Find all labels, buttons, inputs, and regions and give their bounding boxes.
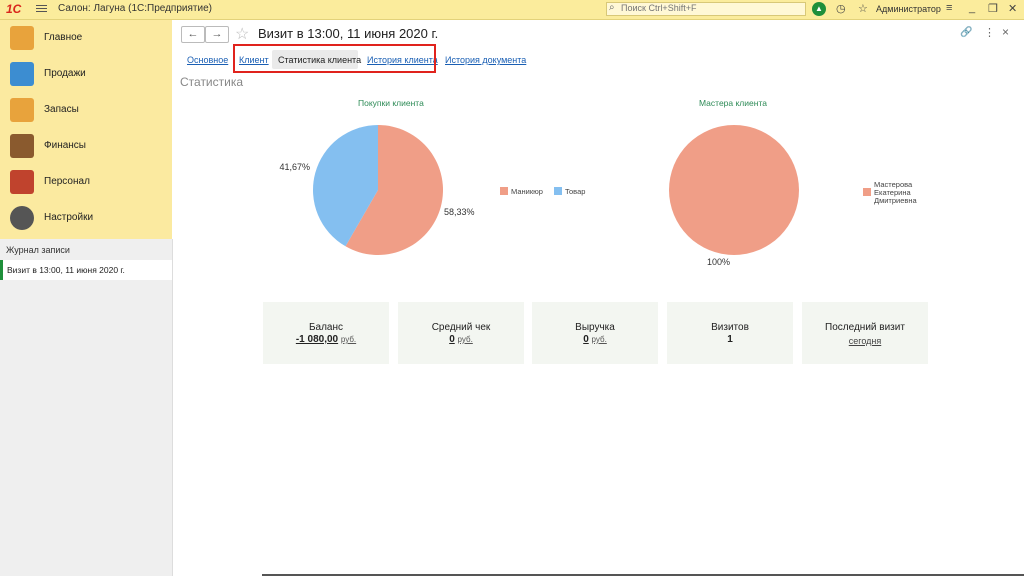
journal-panel (0, 239, 173, 576)
last-visit-link[interactable]: сегодня (802, 336, 928, 346)
document-area (173, 20, 1024, 576)
legend-label: Дмитриевна (874, 196, 918, 205)
legend-label: Товар (565, 187, 585, 196)
chart-title-masters: Мастера клиента (699, 98, 767, 108)
gear-icon (10, 206, 34, 230)
chart-icon (10, 62, 34, 86)
more-icon[interactable]: ⋮ (984, 26, 995, 39)
chart-title-purchases: Покупки клиента (358, 98, 424, 108)
maximize-button[interactable]: ❐ (988, 2, 998, 15)
menu-icon[interactable] (36, 3, 47, 14)
search-input[interactable] (621, 3, 801, 13)
card-last-visit: Последний визит сегодня (802, 302, 928, 364)
box-icon (10, 98, 34, 122)
close-window-button[interactable]: ✕ (1008, 2, 1017, 15)
card-balance: Баланс -1 080,00 руб. (263, 302, 389, 364)
notification-icon[interactable]: ▲ (812, 2, 826, 16)
card-revenue: Выручка 0 руб. (532, 302, 658, 364)
journal-title: Журнал записи (6, 245, 70, 255)
card-title: Последний визит (825, 322, 905, 333)
pie-data-label: 58,33% (444, 207, 475, 217)
history-icon[interactable]: ◷ (836, 2, 846, 15)
card-average-check: Средний чек 0 руб. (398, 302, 524, 364)
highlight-frame (233, 44, 436, 73)
sidebar-item-label: Главное (44, 32, 83, 43)
pie-slice (669, 125, 799, 255)
close-icon[interactable]: × (1002, 25, 1009, 39)
currency-unit: руб. (457, 335, 473, 344)
sidebar-item-finance[interactable]: Финансы (0, 128, 172, 164)
pie-chart-purchases: 58,33% 41,67% Маникюр Товар (279, 125, 585, 255)
sidebar-item-stock[interactable]: Запасы (0, 92, 172, 128)
link-icon[interactable]: 🔗 (960, 27, 972, 38)
favorite-star-icon[interactable]: ☆ (858, 2, 868, 15)
page-title: Визит в 13:00, 11 июня 2020 г. (258, 26, 439, 41)
card-value[interactable]: 0 руб. (532, 334, 658, 345)
legend-swatch (554, 187, 562, 195)
people-icon (10, 170, 34, 194)
legend-swatch (500, 187, 508, 195)
forward-button[interactable]: → (205, 26, 229, 43)
balance-value: -1 080,00 (295, 334, 339, 345)
card-value[interactable]: 0 руб. (398, 334, 524, 345)
pie-chart-masters: 100% МастероваЕкатеринаДмитриевна (669, 125, 918, 267)
sidebar-item-label: Настройки (44, 212, 94, 223)
visits-value: 1 (727, 334, 733, 345)
currency-unit: руб. (340, 335, 357, 344)
sidebar-item-sales[interactable]: Продажи (0, 56, 172, 92)
sidebar-item-settings[interactable]: Настройки (0, 200, 172, 236)
journal-item-label: Визит в 13:00, 11 июня 2020 г. (7, 265, 125, 275)
card-value[interactable]: -1 080,00 руб. (263, 334, 389, 345)
card-title: Баланс (308, 322, 344, 333)
sidebar-item-main[interactable]: Главное (0, 20, 172, 56)
average-check-value: 0 (449, 334, 455, 345)
pie-data-label: 41,67% (279, 162, 310, 172)
sidebar-item-label: Запасы (44, 104, 79, 115)
card-title: Выручка (575, 322, 615, 333)
minimize-button[interactable]: _ (969, 2, 975, 14)
back-button[interactable]: ← (181, 26, 205, 43)
section-title: Статистика (180, 75, 244, 89)
revenue-value: 0 (583, 334, 589, 345)
currency-unit: руб. (591, 335, 607, 344)
legend-swatch (863, 188, 871, 196)
search-icon: ⌕ (609, 2, 615, 13)
tab-document-history[interactable]: История документа (445, 55, 526, 65)
settings-lines-icon[interactable]: ≡ (946, 2, 952, 14)
favorite-star-icon[interactable]: ☆ (235, 24, 249, 44)
tab-main[interactable]: Основное (187, 55, 228, 65)
journal-item[interactable]: Визит в 13:00, 11 июня 2020 г. (0, 260, 172, 280)
sidebar-item-label: Персонал (44, 176, 90, 187)
user-name[interactable]: Администратор (876, 4, 941, 14)
sidebar-item-staff[interactable]: Персонал (0, 164, 172, 200)
sidebar-item-label: Финансы (44, 140, 86, 151)
clipboard-icon (10, 26, 34, 50)
wallet-icon (10, 134, 34, 158)
sidebar-item-label: Продажи (44, 68, 86, 79)
pie-data-label: 100% (707, 257, 730, 267)
card-title: Визитов (711, 322, 749, 333)
legend-label: Маникюр (511, 187, 543, 196)
app-logo: 1С (6, 2, 22, 16)
card-title: Средний чек (431, 322, 491, 333)
app-title: Салон: Лагуна (1С:Предприятие) (58, 3, 212, 14)
card-visits: Визитов 1 (667, 302, 793, 364)
